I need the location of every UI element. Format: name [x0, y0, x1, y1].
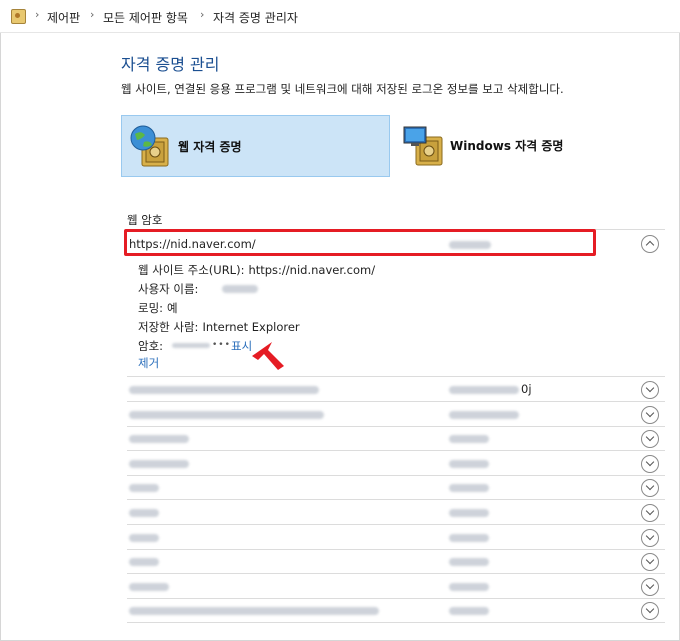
redacted-url — [129, 410, 324, 419]
chevron-down-icon[interactable] — [641, 504, 659, 522]
remove-link[interactable]: 제거 — [138, 355, 159, 371]
chevron-up-icon[interactable] — [641, 235, 659, 253]
highlight-box — [124, 229, 596, 256]
chevron-down-icon[interactable] — [641, 405, 659, 424]
credential-row[interactable] — [127, 403, 665, 427]
windows-credentials-tile[interactable]: Windows 자격 증명 — [400, 115, 600, 175]
chevron-down-icon[interactable] — [641, 528, 659, 547]
divider — [127, 622, 665, 624]
redacted-username — [449, 582, 489, 591]
show-password-link[interactable]: 표시 — [231, 338, 252, 354]
detail-value: 예 — [167, 301, 178, 315]
redacted-username — [449, 459, 489, 468]
redacted-username — [449, 410, 519, 419]
divider — [127, 376, 665, 377]
credential-row[interactable] — [127, 427, 665, 452]
address-bar[interactable]: › 제어판 › 모든 제어판 항목 › 자격 증명 관리자 — [0, 0, 680, 33]
redacted-username — [449, 533, 489, 542]
detail-label: 저장한 사람: — [138, 320, 199, 334]
chevron-down-icon[interactable] — [641, 602, 659, 621]
credential-row[interactable]: 0j — [127, 378, 665, 402]
chevron-down-icon[interactable] — [641, 430, 659, 449]
redacted-username — [449, 484, 489, 493]
redacted-url — [129, 558, 159, 567]
password-mask: ••• — [212, 340, 231, 350]
chevron-right-icon[interactable]: › — [35, 8, 39, 21]
redacted-url — [129, 484, 159, 493]
redacted-url — [129, 459, 189, 468]
chevron-down-icon[interactable] — [641, 454, 659, 473]
section-heading-web-passwords: 웹 암호 — [127, 213, 163, 227]
redacted-url — [129, 386, 319, 394]
redacted-username — [449, 386, 519, 394]
breadcrumb-item-control-panel[interactable]: 제어판 — [47, 9, 80, 26]
redacted-url — [129, 533, 159, 542]
credential-row[interactable] — [127, 476, 665, 501]
chevron-right-icon[interactable]: › — [90, 8, 94, 21]
redacted-username — [449, 435, 489, 444]
control-panel-icon — [11, 9, 26, 24]
credential-row[interactable] — [127, 599, 665, 624]
redacted-url — [129, 582, 169, 591]
redacted-password — [172, 343, 210, 348]
web-credentials-tile[interactable]: 웹 자격 증명 — [121, 115, 390, 177]
redacted-username — [449, 558, 489, 567]
credential-row[interactable] — [127, 575, 665, 599]
redacted-username — [449, 509, 489, 517]
detail-value: https://nid.naver.com/ — [248, 263, 376, 277]
web-credentials-label: 웹 자격 증명 — [178, 140, 242, 154]
chevron-right-icon[interactable]: › — [200, 8, 204, 21]
windows-credentials-label: Windows 자격 증명 — [450, 139, 564, 153]
redacted-url — [129, 435, 189, 444]
detail-username: 사용자 이름: — [138, 281, 258, 297]
detail-roaming: 로밍: 예 — [138, 300, 178, 316]
detail-saved-by: 저장한 사람: Internet Explorer — [138, 319, 300, 335]
detail-label: 로밍: — [138, 301, 164, 315]
row-trailing-text: 0j — [521, 382, 532, 396]
page-title: 자격 증명 관리 — [121, 55, 220, 74]
redacted-url — [129, 607, 379, 616]
windows-credential-vault-icon — [403, 126, 443, 166]
web-credential-vault-icon — [130, 125, 169, 167]
breadcrumb-item-credential-manager[interactable]: 자격 증명 관리자 — [213, 9, 298, 26]
credential-row[interactable] — [127, 550, 665, 575]
redacted-username — [449, 607, 489, 616]
detail-site-address: 웹 사이트 주소(URL): https://nid.naver.com/ — [138, 262, 375, 278]
credential-row[interactable] — [127, 501, 665, 525]
red-arrow-annotation — [252, 342, 284, 370]
credential-row[interactable] — [127, 452, 665, 476]
detail-label: 웹 사이트 주소(URL): — [138, 263, 245, 277]
chevron-down-icon[interactable] — [641, 479, 659, 498]
chevron-down-icon[interactable] — [641, 553, 659, 572]
chevron-down-icon[interactable] — [641, 577, 659, 596]
credential-row[interactable] — [127, 526, 665, 550]
redacted-username — [222, 285, 258, 293]
page-description: 웹 사이트, 연결된 응용 프로그램 및 네트워크에 대해 저장된 로그온 정보… — [121, 82, 564, 96]
redacted-url — [129, 509, 159, 517]
breadcrumb-item-all-items[interactable]: 모든 제어판 항목 — [103, 9, 188, 26]
detail-value: Internet Explorer — [202, 320, 300, 334]
detail-label: 암호: — [138, 339, 164, 353]
chevron-down-icon[interactable] — [641, 381, 659, 399]
detail-label: 사용자 이름: — [138, 282, 199, 296]
